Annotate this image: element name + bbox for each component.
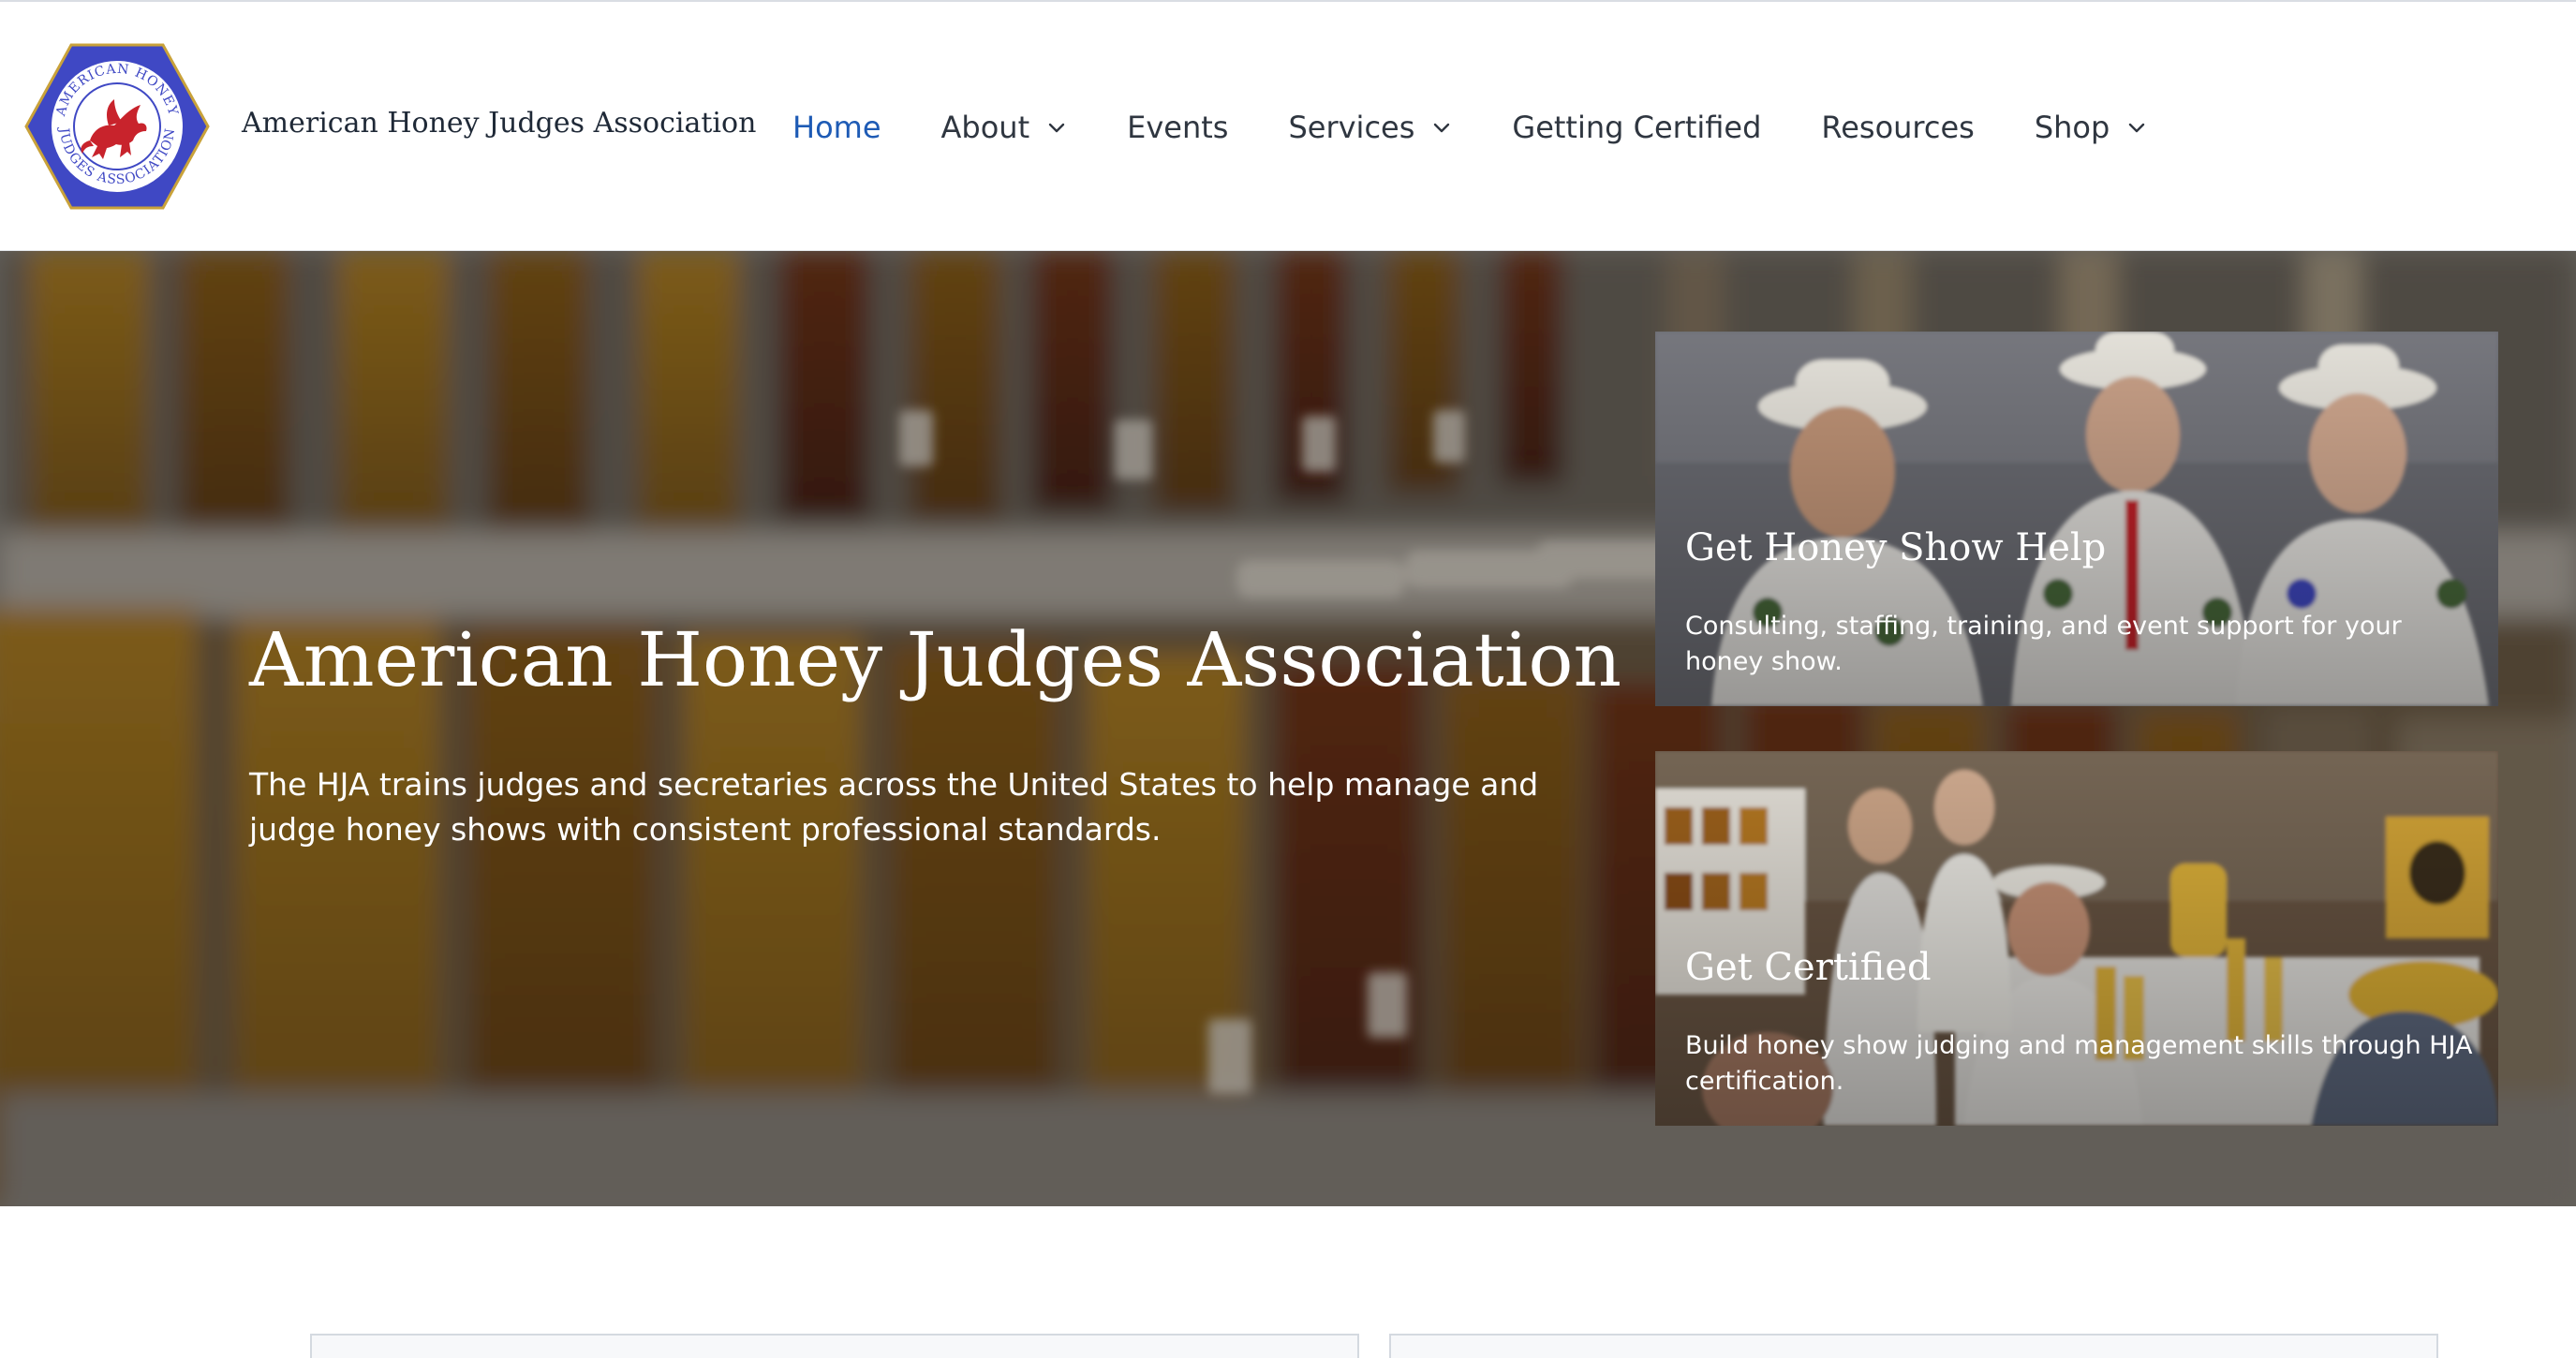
nav-label: About xyxy=(940,110,1030,145)
chevron-down-icon[interactable] xyxy=(1046,117,1067,138)
nav-label: Events xyxy=(1127,110,1229,145)
card-title[interactable]: Get Honey Show Help xyxy=(1685,526,2106,569)
card-get-honey-show-help[interactable]: Get Honey Show Help Consulting, staffing… xyxy=(1655,332,2498,706)
nav-item-shop[interactable]: Shop xyxy=(2035,110,2147,145)
nav-item-events[interactable]: Events xyxy=(1127,110,1228,145)
card-title[interactable]: Get Certified xyxy=(1685,946,1932,989)
nav-item-getting-certified[interactable]: Getting Certified xyxy=(1512,110,1761,145)
nav-item-about[interactable]: About xyxy=(941,110,1068,145)
hero-section: American Honey Judges Association The HJ… xyxy=(0,251,2576,1206)
content-card xyxy=(310,1334,1359,1358)
hja-logo-icon: AMERICAN HONEY JUDGES ASSOCIATION xyxy=(24,43,210,210)
nav-item-home[interactable]: Home xyxy=(792,110,881,145)
site-header: AMERICAN HONEY JUDGES ASSOCIATION Americ… xyxy=(0,2,2576,251)
nav-item-services[interactable]: Services xyxy=(1288,110,1452,145)
nav-label: Services xyxy=(1288,110,1415,145)
nav-label: Home xyxy=(792,110,881,145)
chevron-down-icon[interactable] xyxy=(2126,117,2147,138)
site-title[interactable]: American Honey Judges Association xyxy=(242,107,756,140)
hero-title: American Honey Judges Association xyxy=(249,616,1622,703)
hero-description: The HJA trains judges and secretaries ac… xyxy=(249,766,1539,848)
nav-item-resources[interactable]: Resources xyxy=(1821,110,1974,145)
card-text: Build honey show judging and management … xyxy=(1685,1031,2473,1096)
main-nav: Home About Events Services Getting Certi… xyxy=(792,107,2207,148)
nav-label: Resources xyxy=(1821,110,1975,145)
card-get-certified[interactable]: Get Certified Build honey show judging a… xyxy=(1655,751,2498,1126)
chevron-down-icon[interactable] xyxy=(1431,117,1452,138)
card-text: Consulting, staffing, training, and even… xyxy=(1685,612,2402,676)
nav-label: Shop xyxy=(2034,110,2110,145)
site-logo[interactable]: AMERICAN HONEY JUDGES ASSOCIATION xyxy=(24,43,210,210)
nav-label: Getting Certified xyxy=(1512,110,1762,145)
content-card xyxy=(1389,1334,2438,1358)
